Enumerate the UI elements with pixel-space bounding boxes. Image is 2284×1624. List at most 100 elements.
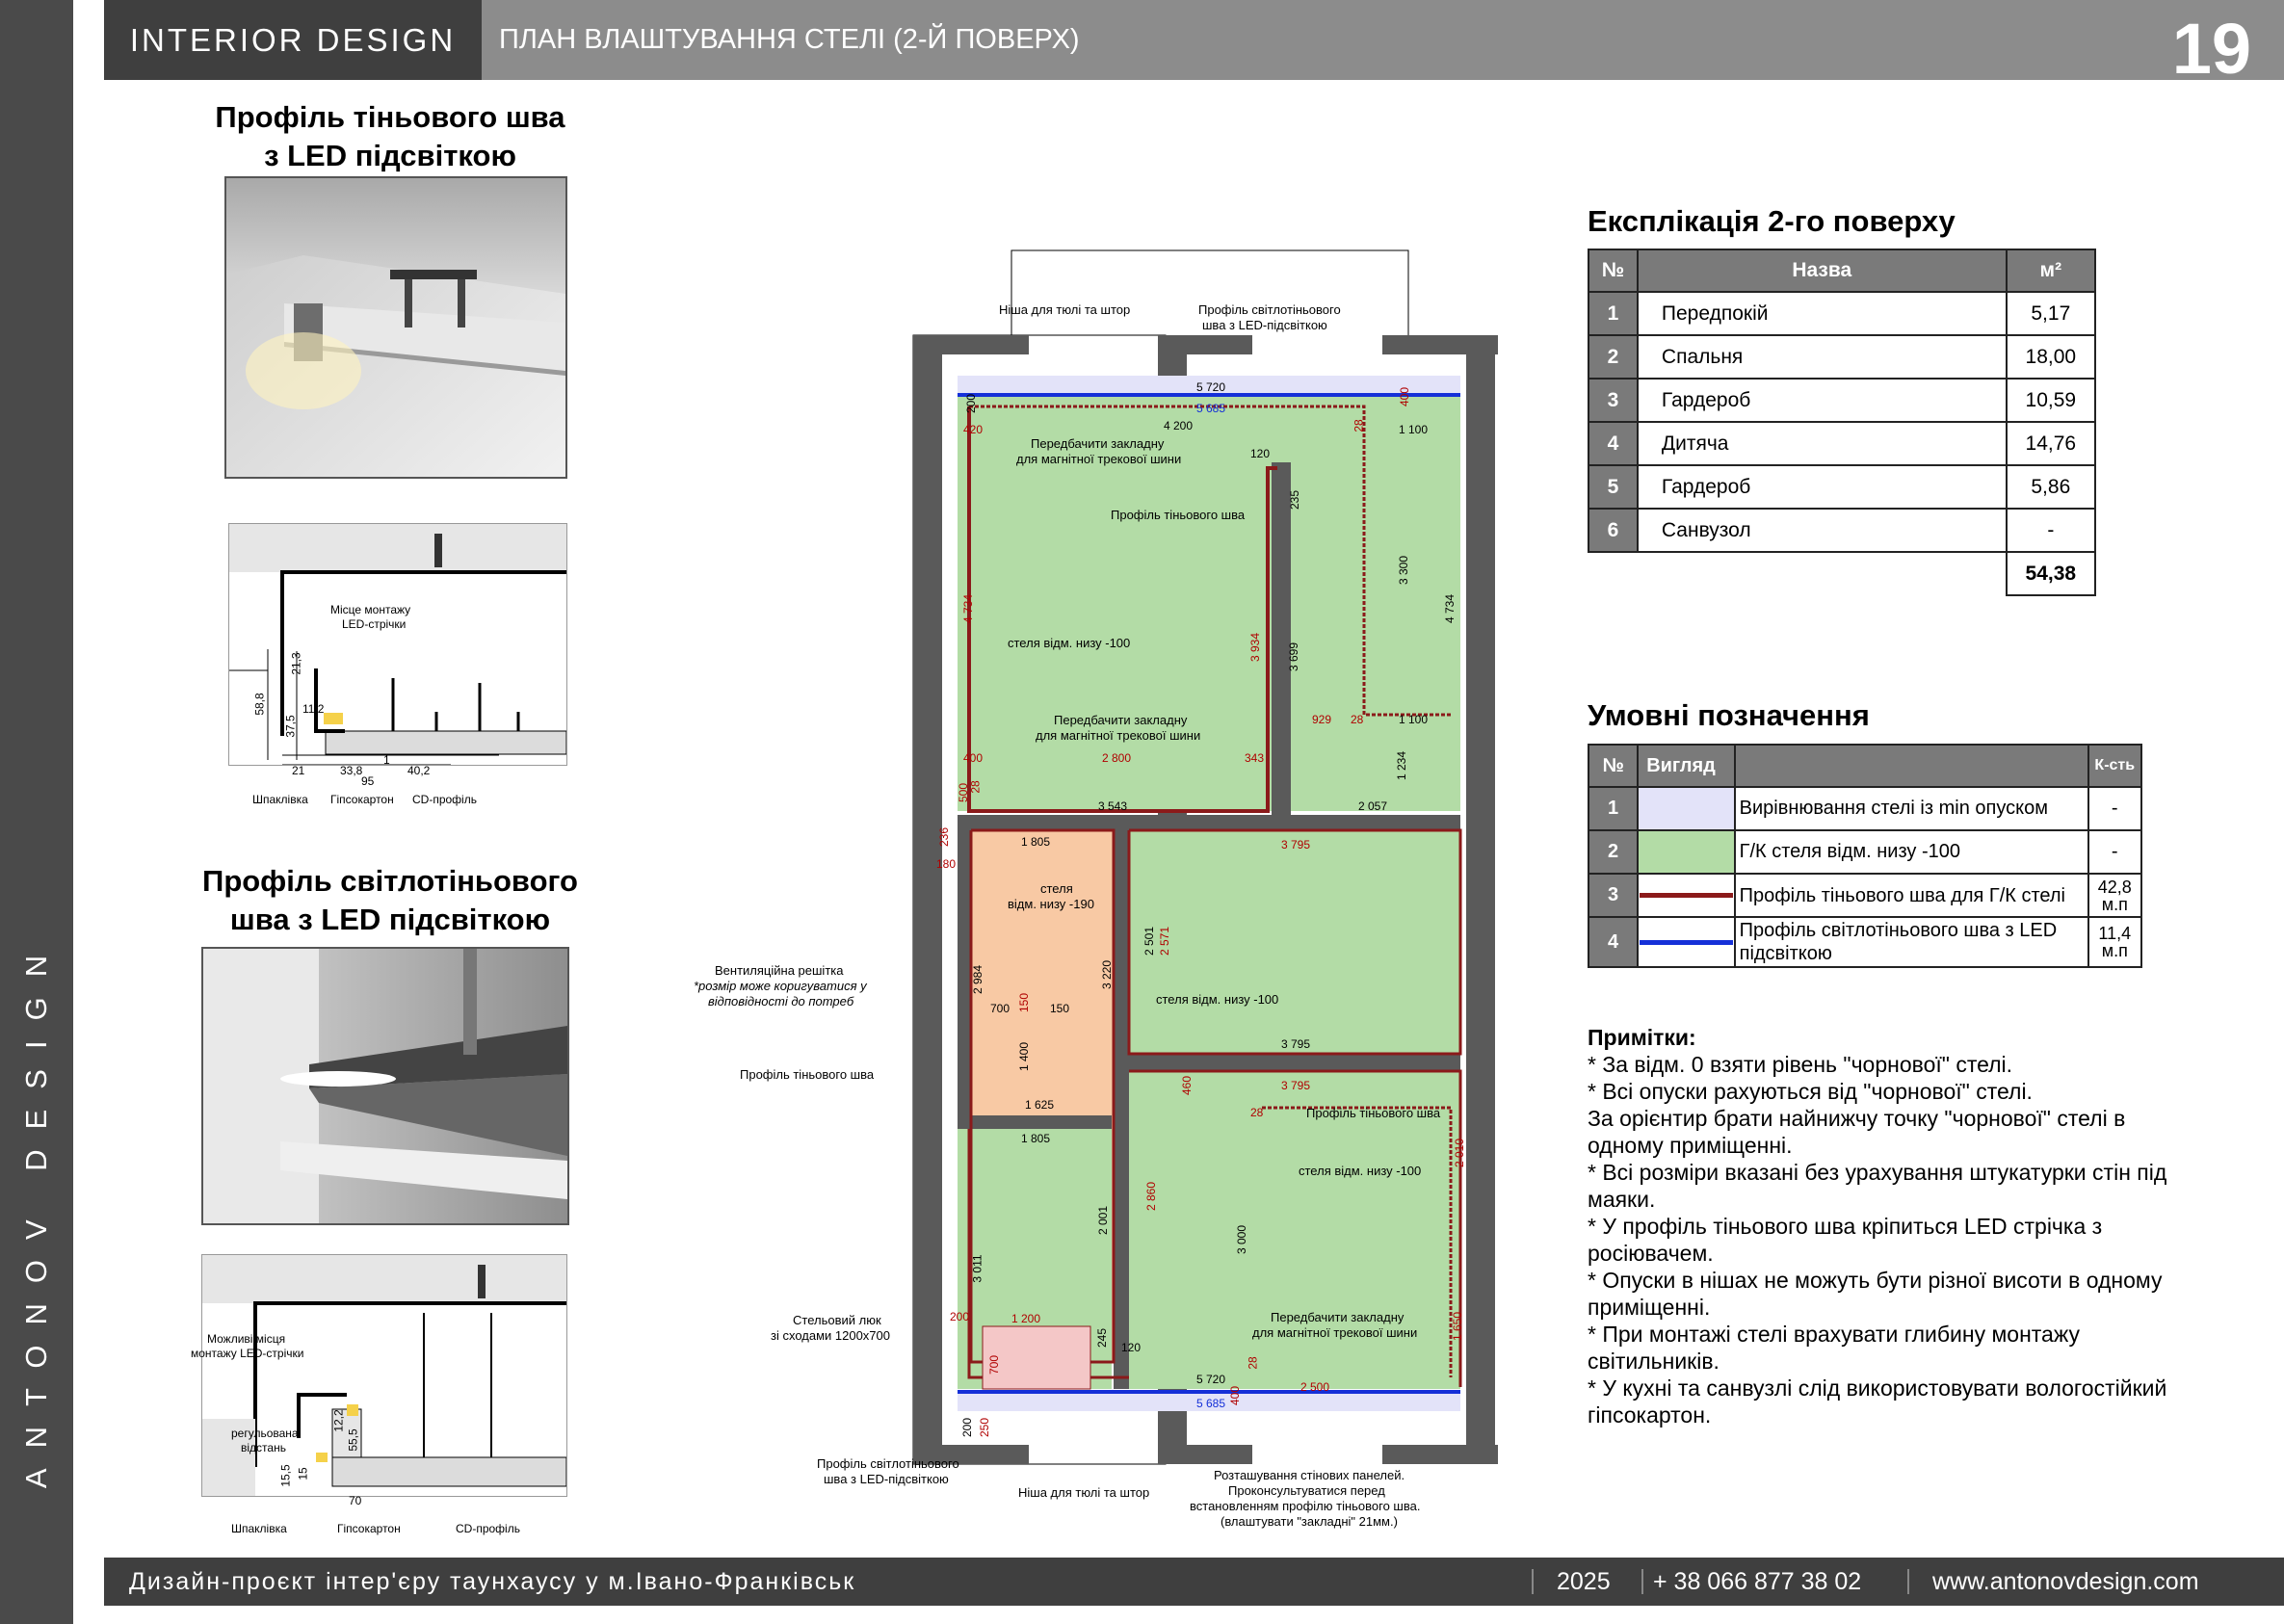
- panels-label-3: встановленням профілю тіньового шва.: [1190, 1499, 1421, 1513]
- dim-11-2: 11,2: [302, 702, 325, 716]
- legend-swatch-lavender: [1637, 786, 1736, 831]
- dim-2501: 2 501: [1142, 926, 1157, 956]
- table-row: 1 Передпокій 5,17: [1588, 291, 2097, 336]
- note-line: * У кухні та санвузлі слід використовува…: [1588, 1375, 2167, 1428]
- plaster-label-2: Шпаклівка: [231, 1522, 287, 1535]
- notes-title: Примітки:: [1588, 1025, 1696, 1050]
- dim-55-5: 55,5: [346, 1428, 360, 1452]
- dim-1100-a: 1 100: [1399, 423, 1429, 436]
- gypsum-label-2: Гіпсокартон: [337, 1522, 401, 1535]
- dim-420: 420: [963, 423, 984, 436]
- dim-4734-right: 4 734: [1443, 593, 1457, 624]
- possible-led-label-2: монтажу LED-стрічки: [191, 1347, 304, 1360]
- dim-180: 180: [936, 857, 957, 871]
- dim-120-bottom: 120: [1121, 1341, 1142, 1354]
- hatch-label-1: Стельовий люк: [793, 1313, 881, 1327]
- dim-28-d: 28: [1250, 1106, 1264, 1119]
- dim-2001: 2 001: [1096, 1205, 1111, 1236]
- light-profile-heading: Профіль світлотіньового шва з LED підсві…: [164, 862, 617, 939]
- legend-row: 4 Профіль світлотіньового шва з LED підс…: [1587, 916, 2143, 968]
- dim-460: 460: [1180, 1075, 1195, 1096]
- dim-400-mid: 400: [963, 751, 984, 765]
- table-row: 5 Гардероб 5,86: [1588, 464, 2097, 510]
- explication-table: № Назва м² 1 Передпокій 5,17 2 Спальня 18,00…: [1588, 249, 2097, 596]
- dim-2800: 2 800: [1102, 751, 1132, 765]
- dim-236: 236: [937, 826, 952, 848]
- page-number: 19: [2171, 9, 2251, 89]
- dim-1805-b: 1 805: [1021, 1132, 1051, 1145]
- hall-ceiling-label-1: стеля: [1040, 881, 1073, 896]
- note-line: * Всі опуски рахуються від "чорнової" ст…: [1588, 1079, 2033, 1104]
- page-title: ПЛАН ВЛАШТУВАННЯ СТЕЛІ (2-Й ПОВЕРХ): [499, 24, 1080, 55]
- led-mount-label-2: LED-стрічки: [342, 617, 407, 631]
- footer-phone: + 38 066 877 38 02: [1653, 1568, 1862, 1595]
- dim-70: 70: [349, 1494, 362, 1507]
- dim-2571: 2 571: [1158, 926, 1172, 956]
- header-brand: INTERIOR DESIGN: [104, 0, 482, 80]
- dim-21: 21: [292, 764, 305, 777]
- dim-200-mid: 200: [950, 1310, 970, 1323]
- legend-col-num: №: [1587, 744, 1640, 788]
- dim-28-b: 28: [1351, 713, 1364, 726]
- table-row: 6 Санвузол -: [1588, 508, 2097, 553]
- legend-row: 1 Вирівнювання стелі із min опуском -: [1587, 786, 2143, 831]
- gypsum-label: Гіпсокартон: [330, 793, 394, 806]
- niche-label-top: Ніша для тюлі та штор: [999, 302, 1131, 317]
- dim-5685-top: 5 685: [1196, 402, 1226, 415]
- light-profile-label-bottom-1: Профіль світлотіньового: [817, 1456, 959, 1471]
- note-line: * Всі розміри вказані без урахування шту…: [1588, 1160, 2167, 1212]
- dim-929: 929: [1312, 713, 1332, 726]
- footer-separator: [1641, 1569, 1643, 1594]
- dim-3795-a: 3 795: [1281, 838, 1311, 851]
- ceiling-plan: Ніша для тюлі та штор Профіль світлотінь…: [626, 241, 1551, 1532]
- dim-2984: 2 984: [971, 964, 985, 995]
- dim-2010: 2 010: [1453, 1138, 1467, 1168]
- note-line: * У профіль тіньового шва кріпиться LED …: [1588, 1214, 2103, 1266]
- table-row: 3 Гардероб 10,59: [1588, 378, 2097, 423]
- dim-1805-a: 1 805: [1021, 835, 1051, 849]
- dim-3000: 3 000: [1235, 1224, 1249, 1255]
- light-profile-photo: [201, 947, 569, 1225]
- footer-separator: [1907, 1569, 1909, 1594]
- dim-12-2: 12,2: [331, 1409, 346, 1432]
- dim-200-bottom: 200: [960, 1417, 975, 1438]
- explication-col-num: №: [1588, 249, 1639, 293]
- dim-1625: 1 625: [1025, 1098, 1055, 1112]
- dim-150-a: 150: [1017, 992, 1032, 1013]
- panels-label-2: Проконсультуватися перед: [1228, 1483, 1385, 1498]
- shadow-label-left: Профіль тіньового шва: [740, 1067, 875, 1082]
- note-line: За орієнтир брати найнижчу точку "чорнов…: [1588, 1106, 2126, 1158]
- shadow-profile-section-drawing: [229, 524, 566, 765]
- legend-title: Умовні позначення: [1588, 698, 1870, 732]
- dim-2057: 2 057: [1358, 799, 1388, 813]
- dim-1100-b: 1 100: [1399, 713, 1429, 726]
- dim-15-5: 15,5: [278, 1464, 293, 1487]
- dim-700: 700: [990, 1002, 1011, 1015]
- legend-col-qty: К-сть: [2087, 744, 2143, 788]
- dim-33-8: 33,8: [340, 764, 363, 777]
- side-brand-text: ANTONOV DESIGN: [19, 934, 53, 1489]
- explication-col-area: м²: [2005, 249, 2097, 293]
- shadow-profile-detail: Місце монтажу LED-стрічки 21,3 58,8 37,5…: [228, 523, 567, 777]
- total-row: 54,38: [1588, 551, 2097, 596]
- explication-col-name: Назва: [1636, 249, 2008, 293]
- table-row: 2 Спальня 18,00: [1588, 334, 2097, 380]
- legend-table: № Вигляд К-сть 1 Вирівнювання стелі із m…: [1587, 744, 2143, 968]
- embed-label-2-line1: Передбачити закладну: [1054, 713, 1188, 727]
- light-profile-label-top-1: Профіль світлотіньового: [1198, 302, 1341, 317]
- dim-95: 95: [361, 774, 375, 788]
- shadow-profile-title-line1: Профіль тіньового шва: [215, 100, 565, 134]
- light-profile-label-bottom-2: шва з LED-підсвіткою: [824, 1472, 949, 1486]
- shadow-profile-title-line2: з LED підсвіткою: [264, 139, 516, 172]
- cd-profile-label-2: CD-профіль: [456, 1522, 520, 1535]
- vent-label-1: Вентиляційна решітка: [715, 963, 844, 978]
- shadow-profile-photo: [224, 176, 567, 479]
- legend-line-led: [1637, 916, 1736, 968]
- panels-label-4: (влаштувати "закладні" 21мм.): [1221, 1514, 1398, 1529]
- note-line: * За відм. 0 взяти рівень "чорнової" сте…: [1588, 1052, 2013, 1077]
- footer-year: 2025: [1557, 1568, 1611, 1595]
- ceiling-label-bottom: стеля відм. низу -100: [1299, 1164, 1422, 1178]
- dim-150-b: 150: [1050, 1002, 1070, 1015]
- possible-led-label-1: Можливі місця: [207, 1332, 286, 1346]
- embed-label-1-line2: для магнітної трекової шини: [1016, 452, 1182, 466]
